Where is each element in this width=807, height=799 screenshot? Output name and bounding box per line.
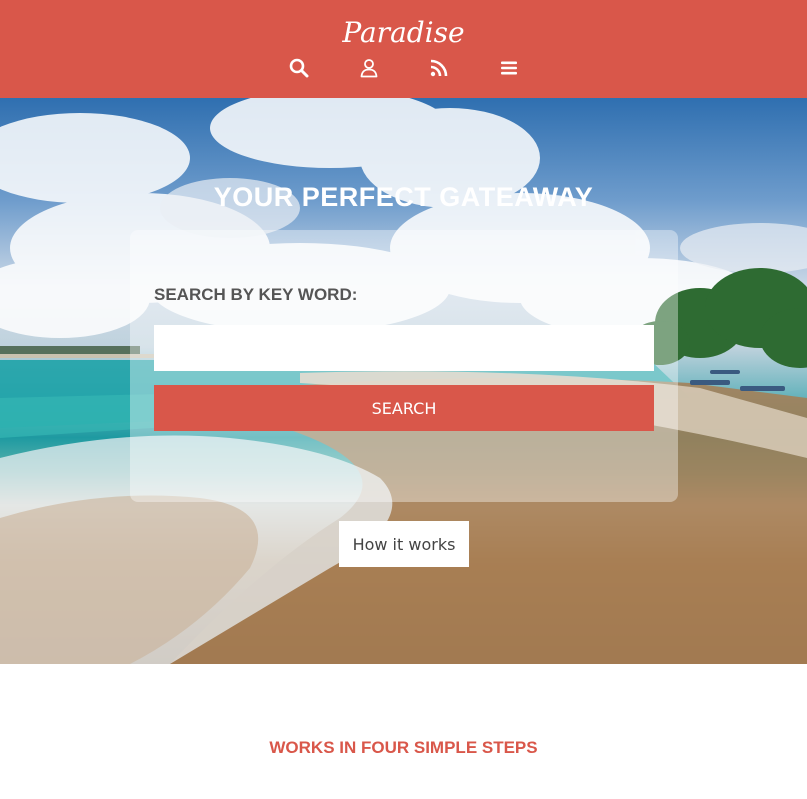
site-header: Paradise xyxy=(0,0,807,98)
search-button[interactable]: SEARCH xyxy=(154,385,654,431)
search-input[interactable] xyxy=(154,325,654,371)
search-label: SEARCH BY KEY WORD: xyxy=(154,285,358,304)
menu-icon[interactable] xyxy=(499,58,519,78)
how-it-works-button[interactable]: How it works xyxy=(339,521,469,567)
steps-section-title: WORKS IN FOUR SIMPLE STEPS xyxy=(269,738,538,757)
site-logo[interactable]: Paradise xyxy=(342,16,464,50)
hero-title: YOUR PERFECT GATEAWAY xyxy=(213,182,594,212)
user-icon[interactable] xyxy=(359,58,379,78)
rss-icon[interactable] xyxy=(429,58,449,78)
search-icon[interactable] xyxy=(289,58,309,78)
header-nav xyxy=(289,58,519,78)
hero-section: YOUR PERFECT GATEAWAY SEARCH BY KEY WORD… xyxy=(0,98,807,664)
search-panel: SEARCH BY KEY WORD: SEARCH xyxy=(130,230,678,502)
